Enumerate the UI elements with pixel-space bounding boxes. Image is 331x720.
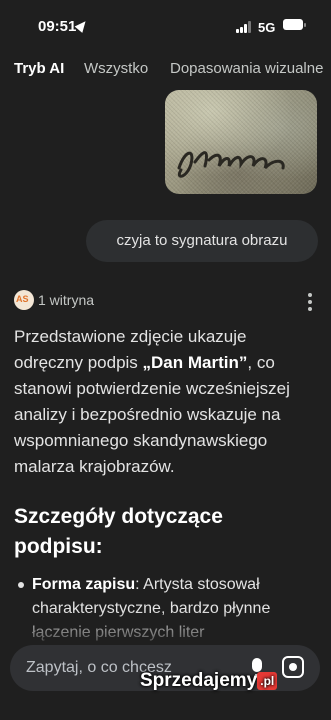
watermark-badge: .pl (257, 671, 278, 690)
source-count: 1 witryna (38, 292, 95, 308)
tab-visual-matches[interactable]: Dopasowania wizualne (170, 60, 323, 77)
status-time: 09:51 (38, 18, 77, 35)
user-message-bubble: czyja to sygnatura obrazu (86, 220, 318, 262)
watermark: Sprzedajemy .pl (140, 670, 278, 692)
answer-paragraph: Przedstawione zdjęcie ukazuje odręczny p… (14, 324, 320, 480)
location-arrow-icon (74, 18, 90, 33)
status-bar: 09:51 5G (0, 0, 331, 48)
section-heading: Szczegóły dotyczące podpisu: (14, 505, 223, 558)
bullet-label: Forma zapisu (32, 576, 136, 593)
bullet-dot (18, 582, 24, 588)
battery-icon (283, 19, 306, 30)
content-fade (0, 610, 331, 650)
uploaded-image[interactable] (165, 90, 317, 194)
lens-icon[interactable] (282, 656, 304, 678)
watermark-text: Sprzedajemy (140, 670, 258, 691)
source-favicon-icon (14, 290, 34, 310)
signal-icon (236, 21, 254, 33)
network-label: 5G (258, 20, 276, 35)
more-vert-icon[interactable] (308, 293, 312, 311)
user-message-text: czyja to sygnatura obrazu (116, 232, 288, 249)
tab-all[interactable]: Wszystko (84, 60, 148, 77)
tab-ai-mode[interactable]: Tryb AI (14, 60, 64, 77)
signature-image (177, 151, 285, 178)
search-tabs: Tryb AI Wszystko Dopasowania wizualne (0, 60, 331, 86)
answer-signature-name: „Dan Martin” (142, 353, 248, 372)
